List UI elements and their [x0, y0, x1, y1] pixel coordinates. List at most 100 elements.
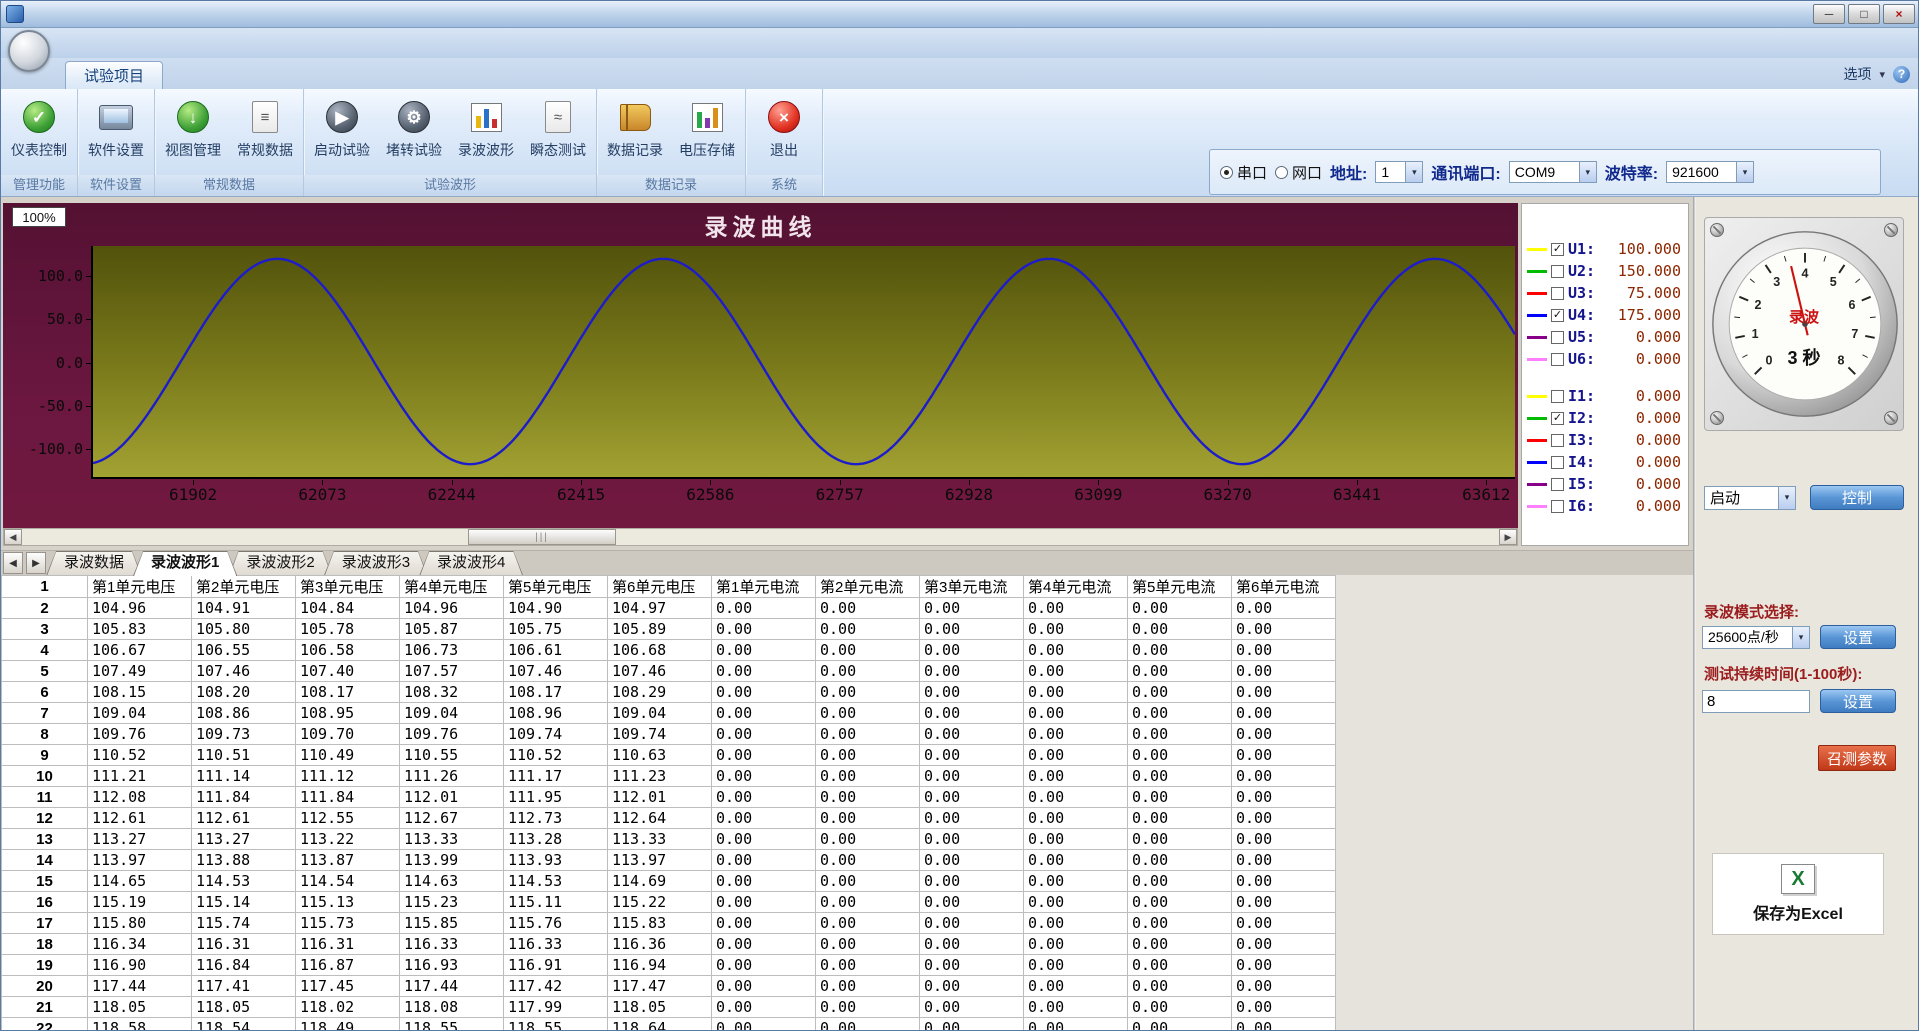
cell[interactable]: 118.05 — [192, 997, 296, 1018]
cell[interactable]: 0.00 — [1024, 913, 1128, 934]
channel-checkbox[interactable] — [1551, 287, 1564, 300]
cell[interactable]: 0.00 — [816, 703, 920, 724]
cell[interactable]: 0.00 — [816, 934, 920, 955]
cell[interactable]: 117.42 — [504, 976, 608, 997]
row-number-cell[interactable]: 2 — [2, 598, 88, 619]
cell[interactable]: 0.00 — [920, 766, 1024, 787]
cell[interactable]: 116.91 — [504, 955, 608, 976]
cell[interactable]: 106.58 — [296, 640, 400, 661]
cell[interactable]: 0.00 — [920, 913, 1024, 934]
header-cell[interactable]: 第2单元电流 — [816, 576, 920, 598]
cell[interactable]: 111.12 — [296, 766, 400, 787]
cell[interactable]: 104.91 — [192, 598, 296, 619]
cell[interactable]: 109.04 — [400, 703, 504, 724]
row-number-cell[interactable]: 18 — [2, 934, 88, 955]
cell[interactable]: 0.00 — [1128, 997, 1232, 1018]
cell[interactable]: 0.00 — [1128, 745, 1232, 766]
cell[interactable]: 110.52 — [504, 745, 608, 766]
cell[interactable]: 0.00 — [816, 766, 920, 787]
cell[interactable]: 0.00 — [920, 745, 1024, 766]
cell[interactable]: 115.22 — [608, 892, 712, 913]
cell[interactable]: 0.00 — [1232, 598, 1336, 619]
cell[interactable]: 107.40 — [296, 661, 400, 682]
cell[interactable]: 0.00 — [1024, 892, 1128, 913]
cell[interactable]: 0.00 — [1024, 682, 1128, 703]
cell[interactable]: 0.00 — [816, 871, 920, 892]
cell[interactable]: 0.00 — [1232, 724, 1336, 745]
scroll-left-button[interactable]: ◀ — [4, 529, 22, 545]
cell[interactable]: 107.57 — [400, 661, 504, 682]
row-number-cell[interactable]: 5 — [2, 661, 88, 682]
row-number-cell[interactable]: 4 — [2, 640, 88, 661]
cell[interactable]: 0.00 — [712, 913, 816, 934]
cell[interactable]: 105.83 — [88, 619, 192, 640]
cell[interactable]: 0.00 — [712, 682, 816, 703]
cell[interactable]: 105.80 — [192, 619, 296, 640]
cell[interactable]: 118.49 — [296, 1018, 400, 1031]
plot-area[interactable] — [91, 246, 1515, 479]
cell[interactable]: 115.83 — [608, 913, 712, 934]
fetch-params-button[interactable]: 召测参数 — [1818, 745, 1896, 771]
cell[interactable]: 109.76 — [400, 724, 504, 745]
cell[interactable]: 0.00 — [1024, 934, 1128, 955]
cell[interactable]: 112.61 — [88, 808, 192, 829]
cell[interactable]: 0.00 — [1024, 619, 1128, 640]
sheet-next-button[interactable]: ▶ — [26, 552, 46, 574]
cell[interactable]: 0.00 — [1232, 661, 1336, 682]
cell[interactable]: 0.00 — [920, 934, 1024, 955]
cell[interactable]: 0.00 — [712, 871, 816, 892]
cell[interactable]: 0.00 — [1024, 1018, 1128, 1031]
row-number-cell[interactable]: 12 — [2, 808, 88, 829]
cell[interactable]: 0.00 — [712, 997, 816, 1018]
sheet-tab[interactable]: 录波波形4 — [419, 551, 523, 576]
cell[interactable]: 111.84 — [192, 787, 296, 808]
network-radio[interactable]: 网口 — [1275, 162, 1322, 183]
cell[interactable]: 0.00 — [920, 640, 1024, 661]
cell[interactable]: 111.17 — [504, 766, 608, 787]
minimize-button[interactable]: ─ — [1813, 4, 1845, 24]
cell[interactable]: 107.49 — [88, 661, 192, 682]
cell[interactable]: 115.13 — [296, 892, 400, 913]
row-number-cell[interactable]: 6 — [2, 682, 88, 703]
channel-checkbox[interactable]: ✓ — [1551, 412, 1564, 425]
cell[interactable]: 116.31 — [296, 934, 400, 955]
cell[interactable]: 118.55 — [400, 1018, 504, 1031]
cell[interactable]: 110.63 — [608, 745, 712, 766]
cell[interactable]: 118.08 — [400, 997, 504, 1018]
cell[interactable]: 113.22 — [296, 829, 400, 850]
cell[interactable]: 113.99 — [400, 850, 504, 871]
row-number-cell[interactable]: 8 — [2, 724, 88, 745]
cell[interactable]: 0.00 — [1024, 829, 1128, 850]
header-cell[interactable]: 第4单元电压 — [400, 576, 504, 598]
cell[interactable]: 0.00 — [920, 997, 1024, 1018]
cell[interactable]: 0.00 — [712, 745, 816, 766]
channel-checkbox[interactable] — [1551, 478, 1564, 491]
cell[interactable]: 108.15 — [88, 682, 192, 703]
cell[interactable]: 112.08 — [88, 787, 192, 808]
cell[interactable]: 105.78 — [296, 619, 400, 640]
cell[interactable]: 0.00 — [712, 955, 816, 976]
header-cell[interactable]: 第5单元电压 — [504, 576, 608, 598]
cell[interactable]: 118.02 — [296, 997, 400, 1018]
cell[interactable]: 0.00 — [816, 598, 920, 619]
cell[interactable]: 106.73 — [400, 640, 504, 661]
cell[interactable]: 104.97 — [608, 598, 712, 619]
cell[interactable]: 115.14 — [192, 892, 296, 913]
cell[interactable]: 109.04 — [88, 703, 192, 724]
cell[interactable]: 0.00 — [1232, 997, 1336, 1018]
baud-rate-select[interactable]: 921600 ▾ — [1666, 161, 1754, 183]
cell[interactable]: 0.00 — [1232, 850, 1336, 871]
cell[interactable]: 113.27 — [88, 829, 192, 850]
cell[interactable]: 112.01 — [400, 787, 504, 808]
ribbon-button[interactable]: ↓视图管理 — [158, 94, 228, 162]
cell[interactable]: 0.00 — [712, 850, 816, 871]
cell[interactable]: 0.00 — [712, 1018, 816, 1031]
cell[interactable]: 117.45 — [296, 976, 400, 997]
cell[interactable]: 0.00 — [1232, 787, 1336, 808]
sheet-tab[interactable]: 录波波形2 — [228, 551, 332, 576]
cell[interactable]: 104.90 — [504, 598, 608, 619]
cell[interactable]: 112.55 — [296, 808, 400, 829]
cell[interactable]: 0.00 — [816, 892, 920, 913]
cell[interactable]: 111.26 — [400, 766, 504, 787]
cell[interactable]: 106.68 — [608, 640, 712, 661]
